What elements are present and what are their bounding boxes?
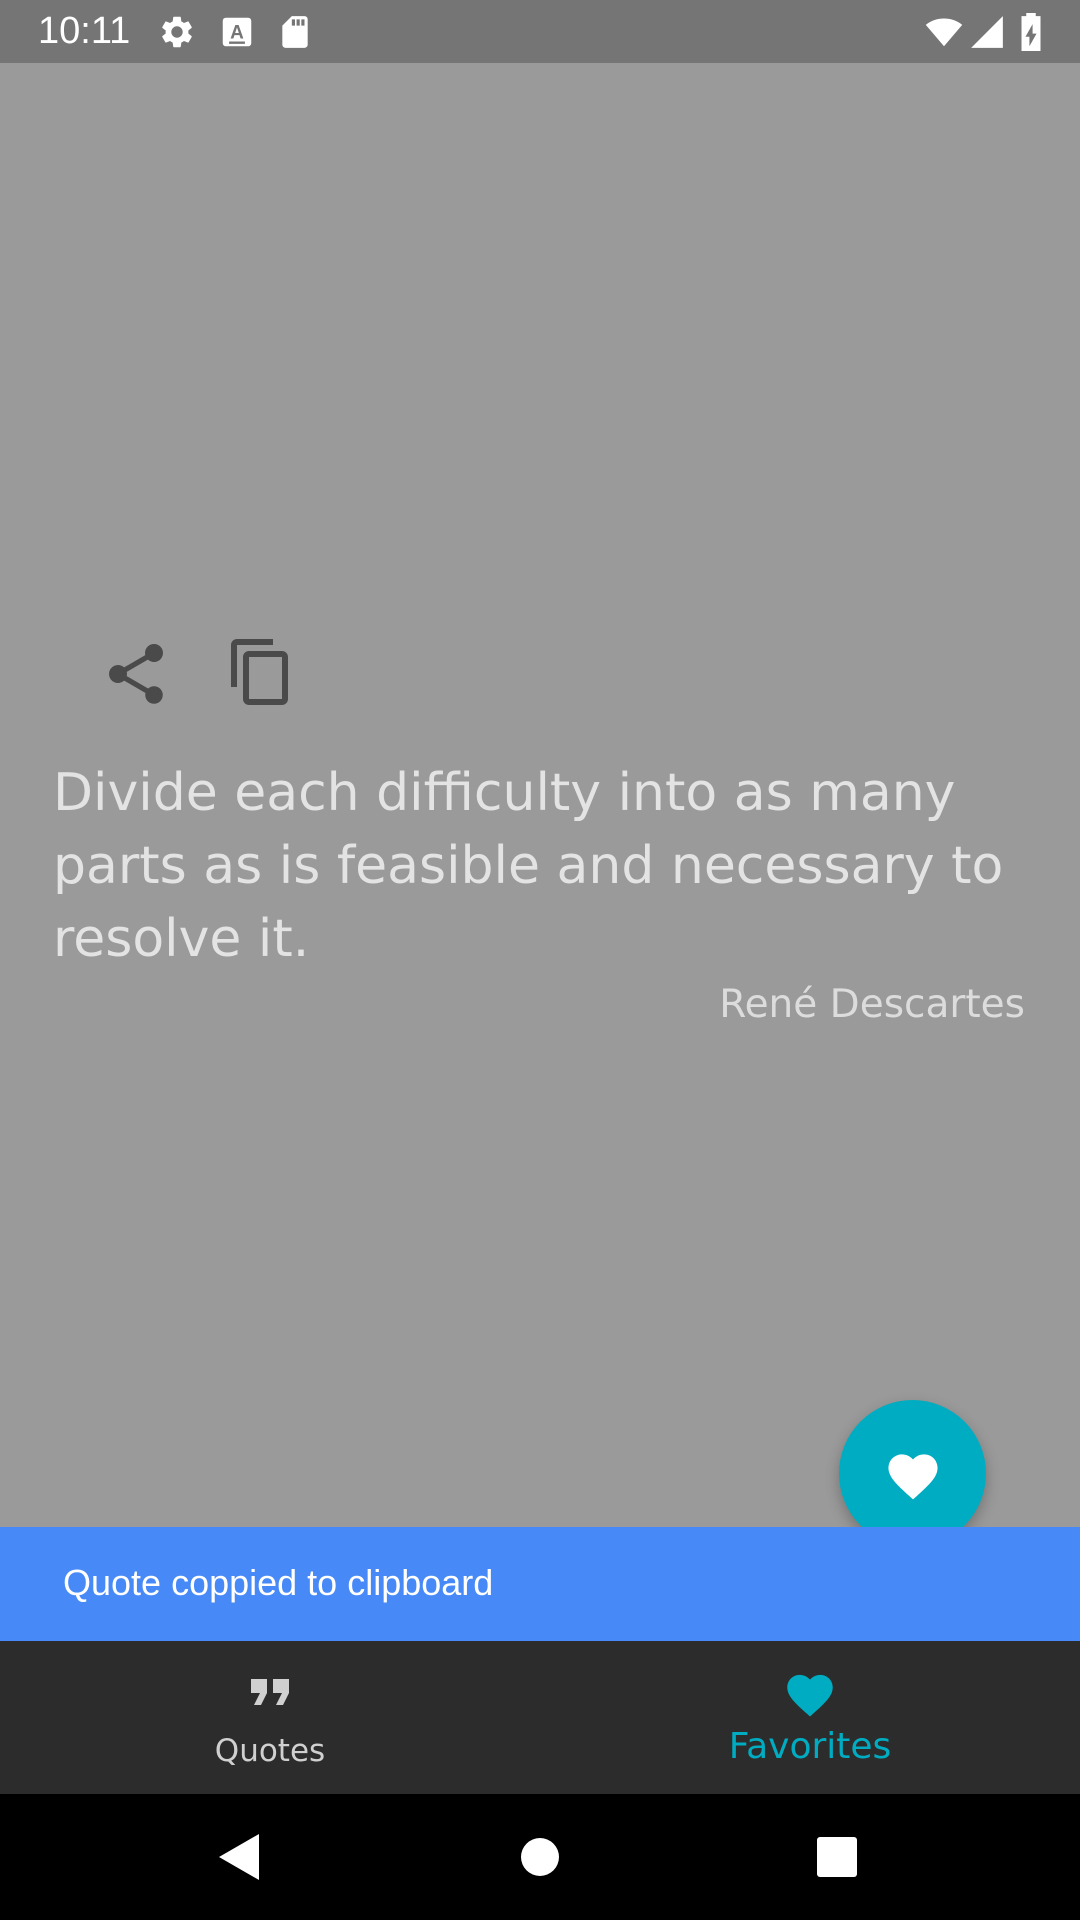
nav-item-quotes[interactable]: Quotes [0,1641,540,1794]
quote-author: René Descartes [719,982,1025,1027]
recents-icon[interactable] [802,1822,872,1892]
keyboard-a-icon: A [222,17,252,47]
system-navigation-bar [0,1794,1080,1920]
bottom-navigation: Quotes Favorites [0,1641,1080,1794]
snackbar-message: Quote coppied to clipboard [63,1562,494,1603]
gear-icon [162,16,192,48]
quote-marks-icon [251,1679,289,1705]
share-icon[interactable] [100,638,172,710]
heart-icon [787,1674,833,1717]
snackbar: Quote coppied to clipboard [0,1527,1080,1641]
signal-icon [971,16,1003,48]
back-icon[interactable] [205,1822,275,1892]
quote-text: Divide each difficulty into as many part… [53,763,1004,969]
sd-card-icon [282,16,308,48]
nav-item-favorites[interactable]: Favorites [540,1641,1080,1794]
copy-icon[interactable] [225,636,297,708]
favorite-fab-button[interactable] [839,1400,986,1547]
nav-label-favorites: Favorites [728,1726,892,1767]
status-bar: 10:11 A [0,0,1080,63]
heart-icon [888,1454,938,1500]
battery-charging-icon [1021,13,1041,51]
wifi-icon [925,18,963,47]
app-screen: 10:11 A Divide each difficulty into as m… [0,0,1080,1920]
nav-label-quotes: Quotes [214,1733,326,1769]
home-icon[interactable] [505,1822,575,1892]
status-time: 10:11 [38,10,131,52]
svg-text:A: A [230,22,244,43]
